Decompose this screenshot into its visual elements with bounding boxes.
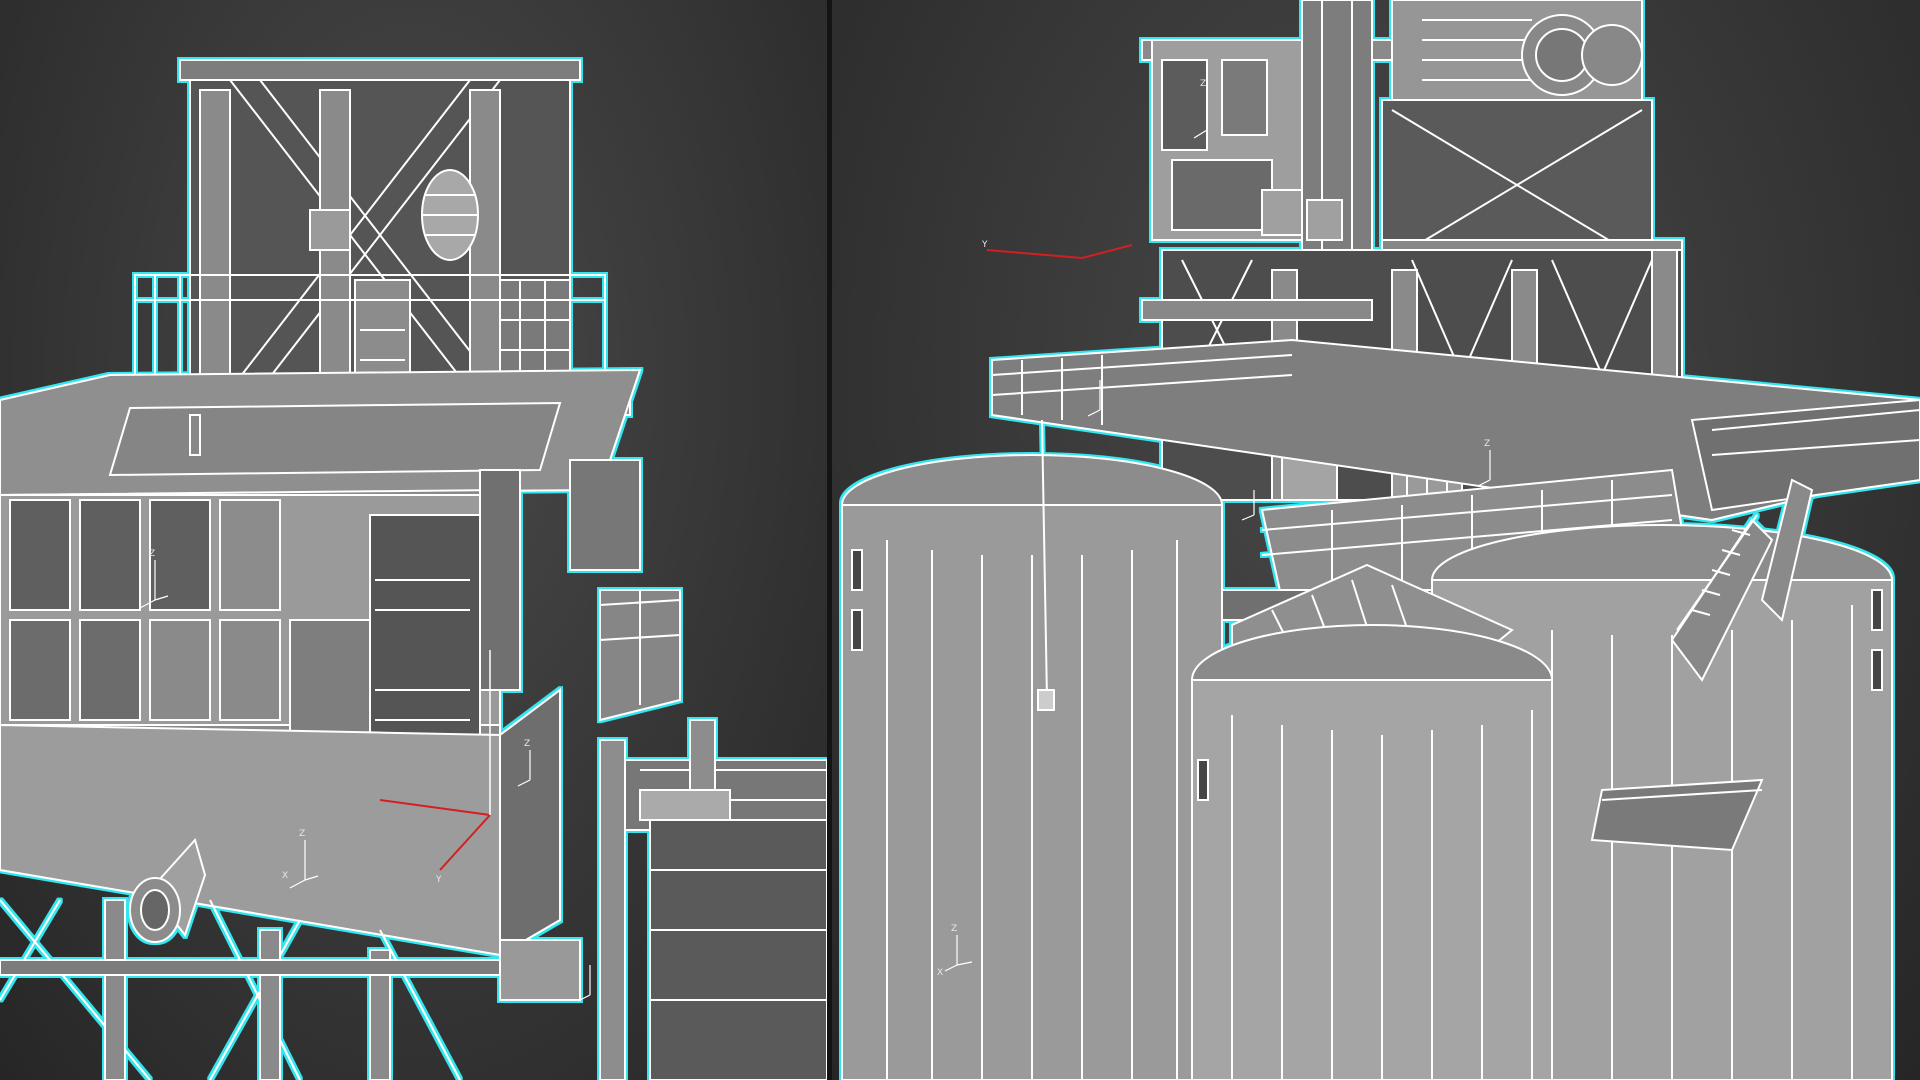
gizmo-label-y: Y — [981, 240, 988, 250]
gizmo-label-z: Z — [149, 549, 155, 559]
gizmo-label-z: Z — [1200, 79, 1206, 89]
dual-viewport-stage: Z Z X Z Y Z Z X Y Z — [0, 0, 1920, 1080]
gizmo-label-y: Y — [435, 875, 442, 885]
gizmo-label-z: Z — [1484, 439, 1490, 449]
silo-center[interactable] — [1191, 563, 1553, 1080]
silo-left[interactable] — [841, 454, 1223, 1080]
viewport-right[interactable]: Z Z X Y Z — [832, 0, 1920, 1080]
gizmo-label-x: X — [937, 968, 943, 978]
upper-deck-structure[interactable] — [1141, 0, 1683, 271]
cabin-roof[interactable] — [0, 368, 642, 497]
tower-model-left[interactable]: Z Z X Z Y — [0, 0, 827, 1080]
viewport-left[interactable]: Z Z X Z Y — [0, 0, 827, 1080]
gizmo-label-z: Z — [524, 739, 530, 749]
gizmo-label-z: Z — [951, 924, 957, 934]
pivot-gizmo-upper[interactable] — [986, 244, 1133, 259]
gizmo-label-z: Z — [299, 829, 305, 839]
upper-lattice-tower[interactable] — [179, 59, 581, 401]
gizmo-label-x: X — [282, 871, 288, 881]
silo-model-right[interactable]: Z Z X Y Z — [832, 0, 1920, 1080]
